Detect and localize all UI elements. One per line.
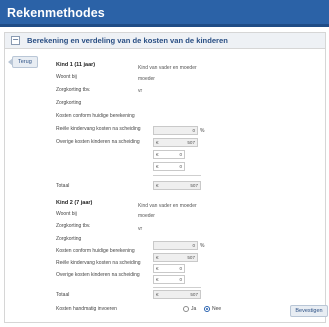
child1-overige-kosten-value: 0 [179,164,182,169]
currency-symbol: € [156,152,159,157]
handmatig-label: Kosten handmatig invoeren [56,306,117,312]
child1-overige-kosten-input[interactable]: € 0 [153,162,185,171]
confirm-button[interactable]: Bevestigen [290,305,328,317]
child1-kosten-conform-value: 507 [187,140,195,145]
currency-symbol: € [156,140,159,145]
currency-symbol: € [156,277,159,282]
section-title: Berekening en verdeling van de kosten va… [27,36,228,45]
child2-overige-kosten-input[interactable]: € 0 [153,275,185,284]
child2-zorgkorting-tbv-label: Zorgkorting tbv. [56,223,91,229]
child1-zorgkorting-unit: % [200,128,205,134]
child1-heading: Kind 1 (11 jaar) [56,62,96,68]
child1-totaal-label: Totaal [56,183,70,189]
child2-kosten-conform-field: € 507 [153,253,198,262]
radio-nee-label: Nee [212,306,222,312]
child1-zorgkorting-tbv-value: vr [138,88,143,94]
child2-zorgkorting-unit: % [200,243,205,249]
section-header[interactable]: − Berekening en verdeling van de kosten … [5,33,325,49]
child2-woont-bij-label: Woont bij [56,211,77,217]
child1-kosten-conform-label: Kosten conform huidige berekening [56,113,135,119]
currency-symbol: € [156,183,159,188]
child2-reele-kosten-input[interactable]: € 0 [153,264,185,273]
child2-zorgkorting-tbv-value: vr [138,226,143,232]
currency-symbol: € [156,255,159,260]
currency-symbol: € [156,266,159,271]
child1-reele-kosten-input[interactable]: € 0 [153,150,185,159]
child1-zorgkorting-input[interactable]: 0 [153,126,198,135]
child2-heading: Kind 2 (7 jaar) [56,200,93,206]
child2-reele-kosten-value: 0 [179,266,182,271]
child1-overige-kosten-label: Overige kosten kinderen na scheiding [56,139,140,145]
child2-overige-kosten-label: Overige kosten kinderen na scheiding [56,272,140,278]
child1-reele-kosten-value: 0 [179,152,182,157]
collapse-toggle-icon[interactable]: − [11,36,20,45]
radio-ja[interactable] [183,306,189,312]
child2-overige-kosten-value: 0 [179,277,182,282]
radio-ja-label: Ja [191,306,197,312]
child2-reele-kosten-label: Reële kindervang kosten na scheiding [56,260,141,266]
child1-zorgkorting-value: 0 [192,128,195,133]
child2-zorgkorting-input[interactable]: 0 [153,241,198,250]
back-button[interactable]: Terug [8,56,38,68]
child1-zorgkorting-label: Zorgkorting [56,100,82,106]
child2-totaal-field: € 507 [153,290,201,299]
child2-totaal-label: Totaal [56,292,70,298]
app-title: Rekenmethodes [7,6,105,20]
child1-woont-bij-label: Woont bij [56,74,77,80]
currency-symbol: € [156,292,159,297]
child2-totaal-value: 507 [190,292,198,297]
child2-kosten-conform-label: Kosten conform huidige berekening [56,248,135,254]
child1-totaal-value: 507 [190,183,198,188]
app-title-bar: Rekenmethodes [0,0,329,27]
child2-woont-bij-value: moeder [138,213,155,219]
child1-zorgkorting-tbv-label: Zorgkorting tbv. [56,87,91,93]
currency-symbol: € [156,164,159,169]
radio-nee[interactable] [204,306,210,312]
sum-divider [153,175,201,176]
child1-woont-bij-value: moeder [138,76,155,82]
child1-kosten-conform-field: € 507 [153,138,198,147]
child2-zorgkorting-label: Zorgkorting [56,236,82,242]
child2-relation: Kind van vader en moeder [138,203,197,209]
child1-reele-kosten-label: Reële kindervang kosten na scheiding [56,126,141,132]
child2-kosten-conform-value: 507 [187,255,195,260]
child2-zorgkorting-value: 0 [192,243,195,248]
sum-divider [153,287,201,288]
child1-relation: Kind van vader en moeder [138,65,197,71]
child1-totaal-field: € 507 [153,181,201,190]
